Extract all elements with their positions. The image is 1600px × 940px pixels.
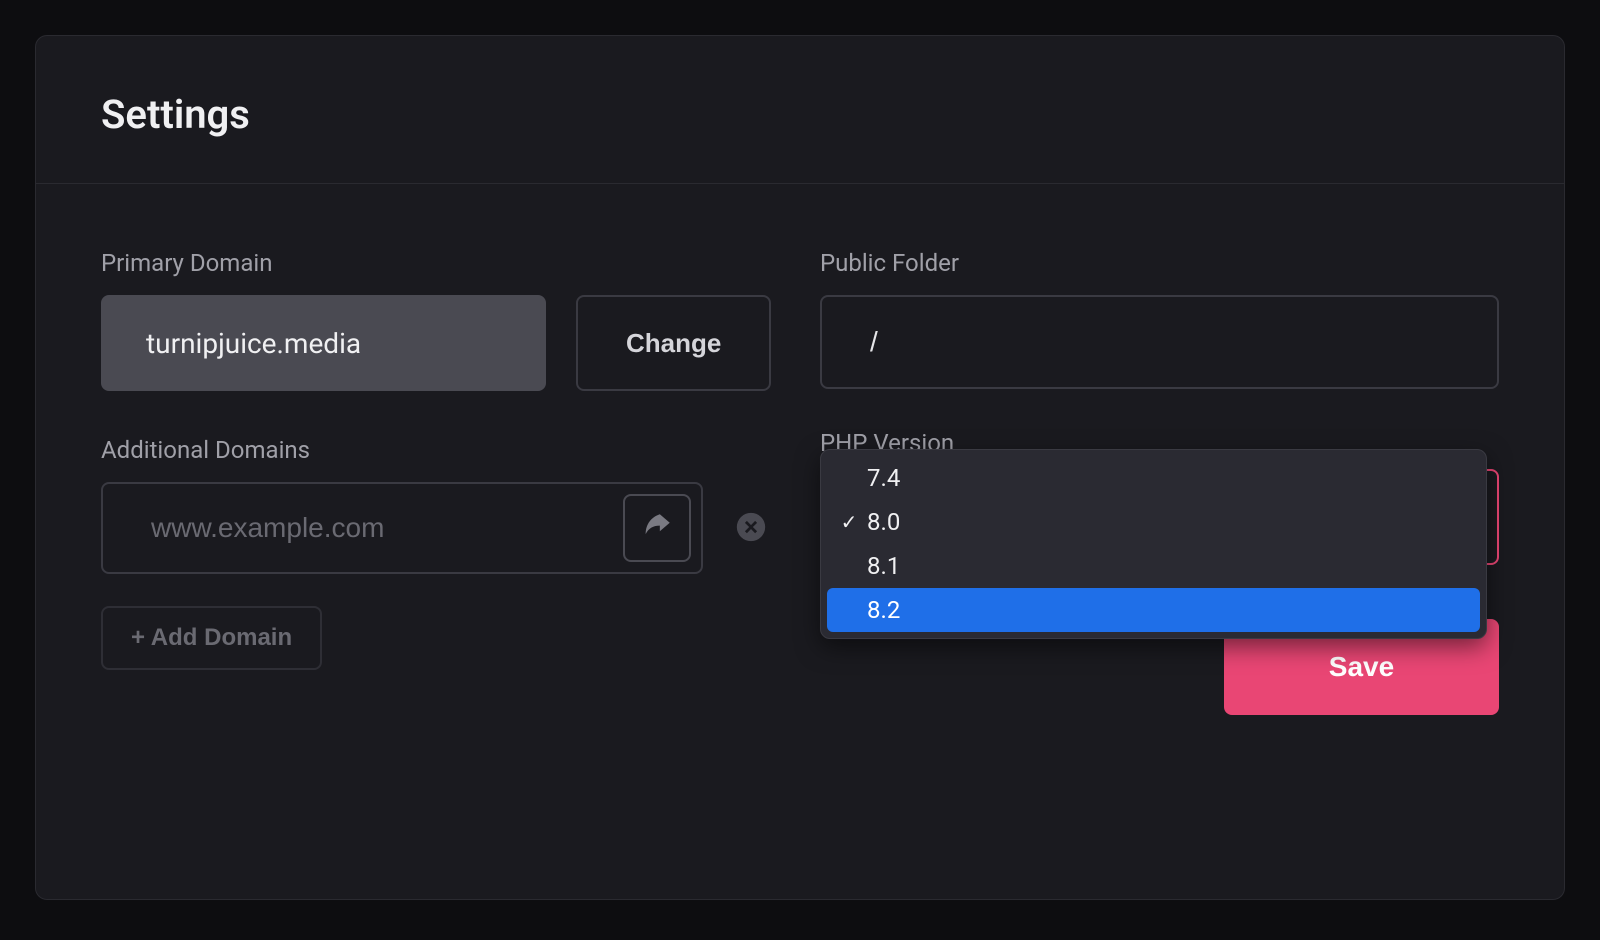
php-version-option-label: 8.2 — [867, 596, 900, 624]
primary-domain-label: Primary Domain — [101, 249, 780, 277]
php-version-option-label: 7.4 — [867, 464, 900, 492]
left-column: Primary Domain turnipjuice.media Change … — [101, 249, 780, 670]
public-folder-input[interactable] — [820, 295, 1499, 389]
additional-domain-input-wrap — [101, 482, 703, 574]
php-version-dropdown[interactable]: 7.4✓8.08.18.2 — [820, 449, 1487, 639]
right-column: Public Folder PHP Version 7.4✓8.08.18.2 — [820, 249, 1499, 670]
additional-domain-input[interactable] — [101, 482, 703, 574]
panel-header: Settings — [36, 36, 1564, 184]
php-version-option[interactable]: 8.1 — [827, 544, 1480, 588]
php-version-field: PHP Version 7.4✓8.08.18.2 — [820, 429, 1499, 475]
remove-domain-button[interactable] — [733, 510, 769, 546]
check-icon: ✓ — [837, 510, 861, 534]
primary-domain-value: turnipjuice.media — [101, 295, 546, 391]
php-version-option-label: 8.1 — [867, 552, 900, 580]
open-domain-button[interactable] — [623, 494, 691, 562]
settings-panel: Settings Primary Domain turnipjuice.medi… — [35, 35, 1565, 900]
panel-body: Primary Domain turnipjuice.media Change … — [36, 184, 1564, 710]
add-domain-button[interactable]: + Add Domain — [101, 606, 322, 670]
php-version-option-label: 8.0 — [867, 508, 900, 536]
share-arrow-icon — [640, 510, 674, 547]
page-title: Settings — [101, 91, 1499, 138]
public-folder-label: Public Folder — [820, 249, 1499, 277]
php-version-option[interactable]: 8.2 — [827, 588, 1480, 632]
additional-domain-row — [101, 482, 780, 574]
additional-domains-label: Additional Domains — [101, 436, 780, 464]
php-version-option[interactable]: ✓8.0 — [827, 500, 1480, 544]
primary-domain-row: turnipjuice.media Change — [101, 295, 780, 391]
php-version-option[interactable]: 7.4 — [827, 456, 1480, 500]
change-primary-domain-button[interactable]: Change — [576, 295, 771, 391]
close-circle-icon — [734, 510, 768, 547]
